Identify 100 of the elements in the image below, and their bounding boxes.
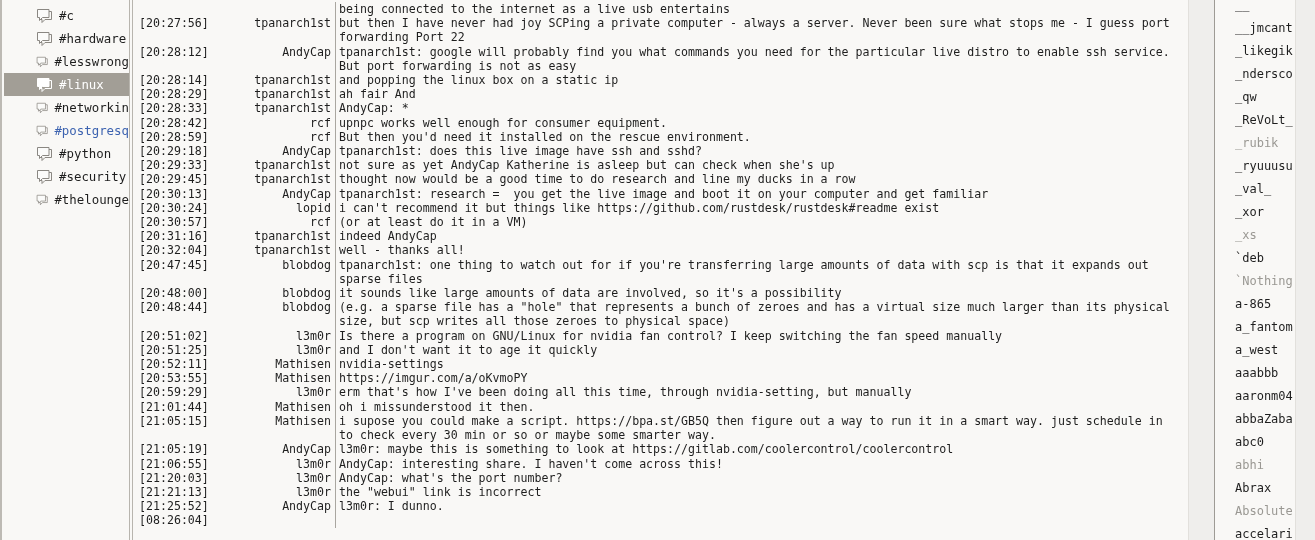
nickname: Mathisen (218, 371, 336, 386)
channel-item[interactable]: #c (4, 4, 129, 27)
message-text: https://imgur.com/a/oKvmoPY (338, 371, 529, 386)
message-text: well - thanks all! (338, 243, 466, 258)
user-name[interactable]: _ndersco (1235, 63, 1295, 86)
channel-item[interactable]: #hardware (4, 27, 129, 50)
user-name[interactable]: _qw (1235, 86, 1295, 109)
nickname: l3m0r (218, 385, 336, 400)
nickname: rcf (218, 215, 336, 230)
nickname: tpanarch1st (218, 87, 336, 102)
user-name[interactable]: a_west (1235, 339, 1295, 362)
nickname: blobdog (218, 286, 336, 301)
timestamp: [20:29:18] (139, 144, 210, 159)
message-text: erm that's how I've been doing all this time, through nvidia-setting, but manually (338, 385, 913, 400)
message-text: AndyCap: * (338, 101, 410, 116)
user-name[interactable]: Abrax (1235, 477, 1295, 500)
chat-bubble-icon (36, 7, 53, 24)
nickname: Mathisen (218, 413, 336, 443)
user-name[interactable]: __ (1235, 0, 1295, 17)
timestamp: [20:30:57] (139, 215, 210, 230)
message-text: ah fair And (338, 87, 417, 102)
message-text: being connected to the internet as a live usb entertains (338, 2, 731, 17)
timestamp: [20:28:14] (139, 73, 210, 88)
nickname: Mathisen (218, 357, 336, 372)
timestamp: [20:48:00] (139, 286, 210, 301)
timestamp: [21:05:15] (139, 413, 210, 430)
chat-bubble-icon (36, 30, 53, 47)
user-name[interactable]: aaabbb (1235, 362, 1295, 385)
nickname: tpanarch1st (218, 172, 336, 187)
timestamp: [08:26:04] (139, 513, 210, 528)
message-text: AndyCap: interesting share. I haven't come across this! (338, 456, 724, 471)
message-text: and popping the linux box on a static ip (338, 73, 620, 88)
timestamp: [20:31:16] (139, 229, 210, 244)
scrollbar-track[interactable] (1188, 0, 1215, 540)
user-name[interactable]: _ryuuusu (1235, 155, 1295, 178)
nickname: AndyCap (218, 499, 336, 514)
chat-bubble-icon (36, 168, 53, 185)
nickname: lopid (218, 200, 336, 216)
nickname: l3m0r (218, 328, 336, 343)
message-text: i supose you could make a script. https://bpa.st/GB5Q then figure out a way to run it in a smart way. just schedule in to check every 30 min or so or maybe some smarter way. (338, 413, 1164, 443)
channel-item[interactable]: #lesswrong (4, 50, 129, 73)
message-text: tpanarch1st: does this live image have ssh and sshd? (338, 144, 703, 159)
message-text: oh i missunderstood it then. (338, 399, 536, 414)
nickname: l3m0r (218, 342, 336, 358)
timestamp: [20:48:44] (139, 300, 210, 317)
timestamp: [20:28:12] (139, 44, 210, 61)
message-text: thought now would be a good time to do research and line my ducks in a row (338, 172, 857, 187)
timestamp: [21:05:19] (139, 442, 210, 457)
timestamp: [21:25:52] (139, 499, 210, 514)
nickname: rcf (218, 115, 336, 130)
timestamp: [20:51:02] (139, 328, 210, 343)
message-text: and I don't want it to age it quickly (338, 342, 599, 358)
nickname: l3m0r (218, 470, 336, 485)
nickname: blobdog (218, 300, 336, 329)
timestamp: [20:53:55] (139, 371, 210, 386)
message-text: upnpc works well enough for consumer equipment. (338, 115, 669, 130)
user-name[interactable]: _xor (1235, 201, 1295, 224)
message-text: l3m0r: I dunno. (338, 499, 445, 514)
message-text: Is there a program on GNU/Linux for nvidia fan control? I keep switching the fan speed manually (338, 328, 1004, 343)
user-name[interactable]: accelari (1235, 523, 1295, 540)
nickname: Mathisen (218, 399, 336, 414)
nickname: tpanarch1st (218, 229, 336, 244)
user-name[interactable]: a_fantom (1235, 316, 1295, 339)
message-text: the "webui" link is incorrect (338, 484, 543, 500)
message-text: tpanarch1st: research = you get the live image and boot it on your computer and get familiar (338, 186, 990, 201)
channel-item[interactable]: #thelounge (4, 188, 129, 211)
timestamp: [20:28:59] (139, 129, 210, 145)
timestamp: [21:21:13] (139, 484, 210, 500)
nickname: tpanarch1st (218, 101, 336, 116)
channel-item[interactable]: #postgresq (4, 119, 129, 142)
channel-item[interactable]: #security (4, 165, 129, 188)
nickname: tpanarch1st (218, 158, 336, 173)
user-name[interactable]: abc0 (1235, 431, 1295, 454)
user-name[interactable]: __jmcant (1235, 17, 1295, 40)
timestamp: [20:59:29] (139, 385, 210, 400)
timestamp: [21:06:55] (139, 456, 210, 471)
message-text: it sounds like large amounts of data are involved, so it's a possibility (338, 286, 843, 301)
user-name[interactable]: _likegik (1235, 40, 1295, 63)
timestamp: [21:01:44] (139, 399, 210, 414)
user-name[interactable]: aaronm04 (1235, 385, 1295, 408)
timestamp: [20:32:04] (139, 243, 210, 258)
timestamp: [20:47:45] (139, 257, 210, 274)
nickname: tpanarch1st (218, 73, 336, 88)
timestamp: [20:28:29] (139, 87, 210, 102)
channel-item[interactable]: #networkin (4, 96, 129, 119)
user-name[interactable]: _val_ (1235, 178, 1295, 201)
nickname: tpanarch1st (218, 243, 336, 258)
nickname: blobdog (218, 257, 336, 287)
user-name[interactable]: a-865 (1235, 293, 1295, 316)
timestamp: [20:29:33] (139, 158, 210, 173)
timestamp: [20:52:11] (139, 357, 210, 372)
nickname: l3m0r (218, 456, 336, 471)
user-name[interactable]: _ReVoLt_ (1235, 109, 1295, 132)
nickname: l3m0r (218, 484, 336, 500)
channel-item[interactable]: #python (4, 142, 129, 165)
user-name[interactable]: abbaZaba (1235, 408, 1295, 431)
message-text: (or at least do it in a VM) (338, 215, 529, 230)
user-name[interactable]: `deb (1235, 247, 1295, 270)
nickname: AndyCap (218, 442, 336, 457)
timestamp: [20:30:24] (139, 200, 210, 216)
